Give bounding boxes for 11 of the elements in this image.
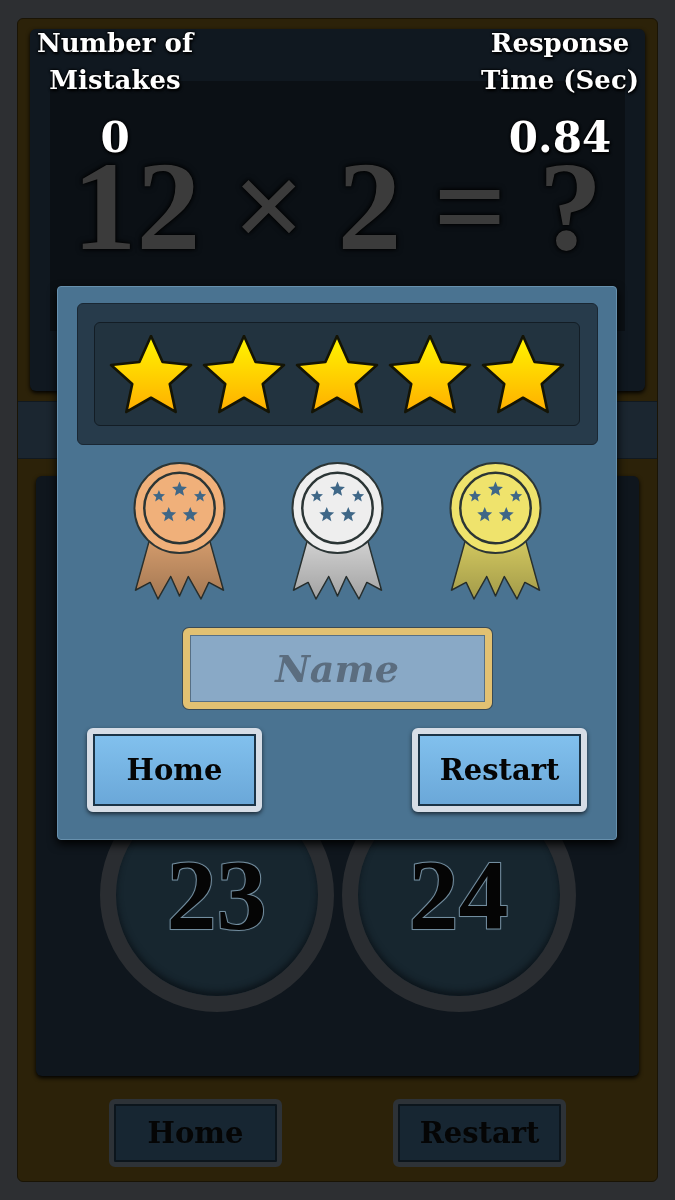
- dialog-button[interactable]: Home: [87, 728, 262, 812]
- stat-label: Response Time (Sec): [479, 27, 641, 97]
- star-icon: [295, 334, 379, 414]
- star-icon: [388, 334, 472, 414]
- star-icon: [202, 334, 286, 414]
- star-icon: [481, 334, 565, 414]
- stat-value: 0.84: [508, 117, 612, 159]
- stat-label: Number of Mistakes: [35, 27, 196, 97]
- name-field[interactable]: Name: [182, 628, 492, 709]
- star-icon: [109, 334, 193, 414]
- dialog-button[interactable]: Restart: [412, 728, 587, 812]
